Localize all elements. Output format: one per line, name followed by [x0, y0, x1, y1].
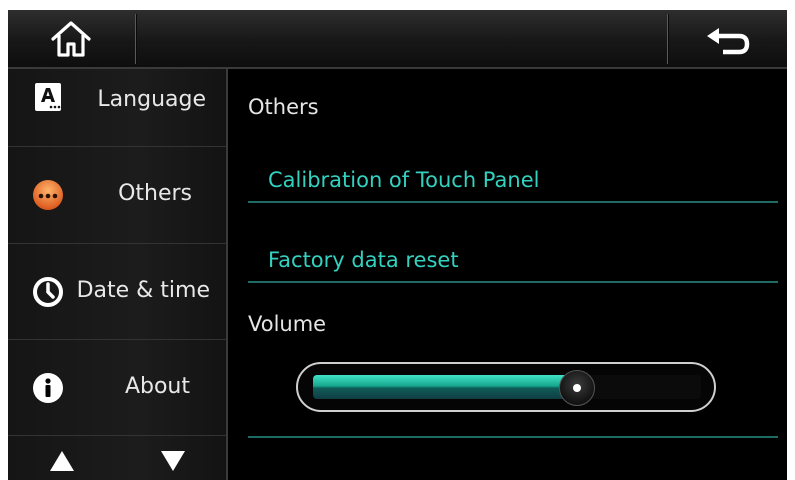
screen: Language Others Date & time About Others…	[8, 10, 787, 480]
volume-label: Volume	[248, 312, 327, 336]
back-button[interactable]	[669, 10, 787, 67]
sidebar-item-label: Language	[97, 87, 206, 112]
clock-icon	[32, 276, 64, 308]
sidebar-item-label: Others	[118, 181, 192, 206]
home-icon	[51, 20, 91, 57]
calibration-link[interactable]: Calibration of Touch Panel	[248, 165, 778, 203]
sidebar-nav	[8, 438, 226, 480]
sidebar-item-others[interactable]: Others	[8, 147, 226, 244]
arrow-down-icon[interactable]	[160, 450, 186, 472]
main-content: Others Calibration of Touch Panel Factor…	[228, 69, 787, 480]
sidebar-item-label: About	[124, 374, 190, 399]
volume-slider-fill	[313, 375, 577, 399]
top-bar	[8, 10, 787, 69]
header-divider-left	[135, 14, 136, 64]
factory-reset-link[interactable]: Factory data reset	[248, 245, 778, 283]
sidebar-item-about[interactable]: About	[8, 340, 226, 436]
others-icon	[32, 179, 64, 211]
info-icon	[32, 372, 64, 404]
sidebar: Language Others Date & time About	[8, 69, 228, 480]
volume-slider-knob[interactable]	[559, 370, 595, 406]
arrow-up-icon[interactable]	[49, 450, 75, 472]
header-divider-right	[667, 14, 668, 64]
sidebar-item-date-time[interactable]: Date & time	[8, 244, 226, 340]
sidebar-item-language[interactable]: Language	[8, 69, 226, 147]
home-button[interactable]	[8, 10, 134, 67]
page-title: Others	[248, 95, 319, 119]
sidebar-item-label: Date & time	[76, 278, 210, 303]
volume-slider[interactable]	[296, 362, 716, 412]
back-arrow-icon	[707, 27, 750, 54]
divider-line	[248, 436, 778, 438]
language-icon	[32, 81, 64, 113]
